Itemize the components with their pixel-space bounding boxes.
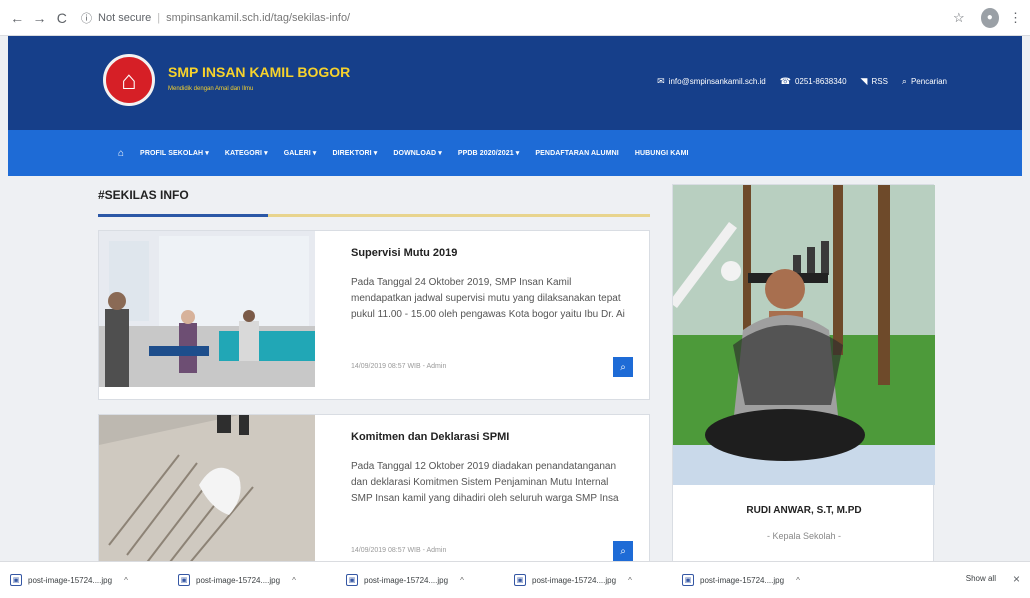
header-contacts: ✉ info@smpinsankamil.sch.id ☎ 0251-8638340… xyxy=(657,76,947,87)
chevron-up-icon[interactable]: ^ xyxy=(460,576,464,585)
contact-search-label: Pencarian xyxy=(910,77,947,86)
url-text[interactable]: smpinsankamil.sch.id/tag/sekilas-info/ xyxy=(166,12,350,24)
download-filename: post-image-15724....jpg xyxy=(196,575,281,585)
post-card: Komitmen dan Deklarasi SPMI Pada Tanggal… xyxy=(98,414,650,561)
url-separator: | xyxy=(157,11,161,24)
contact-phone-label: 0251-8638340 xyxy=(794,77,847,86)
download-filename: post-image-15724....jpg xyxy=(364,575,449,585)
reload-button[interactable]: C xyxy=(53,8,71,28)
menu-kebab-icon[interactable]: ⋮ xyxy=(1009,10,1022,26)
read-more-button[interactable]: ⌕ xyxy=(613,357,633,377)
contact-search[interactable]: ⌕ Pencarian xyxy=(902,76,947,87)
download-item[interactable]: ▣ post-image-15724....jpg ^ xyxy=(514,574,682,586)
chevron-up-icon[interactable]: ^ xyxy=(628,576,632,585)
read-more-button[interactable]: ⌕ xyxy=(613,541,633,561)
search-icon: ⌕ xyxy=(901,76,907,86)
chevron-up-icon[interactable]: ^ xyxy=(796,576,800,585)
post-meta: 14/09/2019 08:57 WIB - Admin xyxy=(351,363,447,370)
home-icon[interactable]: ⌂ xyxy=(118,148,124,159)
browser-toolbar: ← → C ⓘ Not secure | smpinsankamil.sch.i… xyxy=(0,0,1030,36)
school-logo[interactable]: ⌂ xyxy=(103,54,155,106)
profile-avatar[interactable]: ● xyxy=(980,7,999,28)
post-thumbnail[interactable] xyxy=(99,231,315,387)
nav-item-direktori[interactable]: DIREKTORI ▾ xyxy=(332,149,377,157)
download-shelf: ▣ post-image-15724....jpg ^ ▣ post-image… xyxy=(0,561,1030,598)
contact-email-label: info@smpinsankamil.sch.id xyxy=(668,77,766,86)
post-title[interactable]: Supervisi Mutu 2019 xyxy=(351,247,457,259)
nav-item-download[interactable]: DOWNLOAD ▾ xyxy=(393,149,441,157)
nav-item-hubungi-kami[interactable]: HUBUNGI KAMI xyxy=(635,150,689,157)
show-all-button[interactable]: Show all xyxy=(966,574,996,583)
headmaster-name: RUDI ANWAR, S.T, M.PD xyxy=(746,505,862,516)
mail-icon: ✉ xyxy=(657,76,665,86)
image-file-icon: ▣ xyxy=(346,574,358,586)
bookmark-star-icon[interactable]: ☆ xyxy=(953,10,965,26)
search-icon: ⌕ xyxy=(620,545,626,557)
post-thumbnail[interactable] xyxy=(99,415,315,561)
download-item[interactable]: ▣ post-image-15724....jpg ^ xyxy=(682,574,850,586)
image-file-icon: ▣ xyxy=(514,574,526,586)
rss-icon: ◥ xyxy=(860,76,868,86)
post-excerpt: Pada Tanggal 12 Oktober 2019 diadakan pe… xyxy=(351,461,619,504)
post-excerpt: Pada Tanggal 24 Oktober 2019, SMP Insan … xyxy=(351,277,625,320)
post-card: Supervisi Mutu 2019 Pada Tanggal 24 Okto… xyxy=(98,230,650,400)
chevron-up-icon[interactable]: ^ xyxy=(292,576,296,585)
chevron-up-icon[interactable]: ^ xyxy=(124,576,128,585)
info-icon[interactable]: ⓘ xyxy=(81,10,92,26)
nav-item-profil-sekolah[interactable]: PROFIL SEKOLAH ▾ xyxy=(140,149,209,157)
download-filename: post-image-15724....jpg xyxy=(700,575,785,585)
search-icon: ⌕ xyxy=(620,361,626,373)
main-navbar: ⌂ PROFIL SEKOLAH ▾ KATEGORI ▾ GALERI ▾ D… xyxy=(8,130,1022,176)
download-filename: post-image-15724....jpg xyxy=(532,575,617,585)
contact-rss-label: RSS xyxy=(871,77,888,86)
contact-rss[interactable]: ◥ RSS xyxy=(861,76,888,87)
forward-button[interactable]: → xyxy=(30,8,48,28)
image-file-icon: ▣ xyxy=(178,574,190,586)
post-title[interactable]: Komitmen dan Deklarasi SPMI xyxy=(351,431,509,443)
download-item[interactable]: ▣ post-image-15724....jpg ^ xyxy=(10,574,178,586)
headmaster-card: RUDI ANWAR, S.T, M.PD - Kepala Sekolah - xyxy=(672,184,935,561)
close-icon[interactable]: × xyxy=(1013,572,1020,586)
section-title: #SEKILAS INFO xyxy=(98,188,189,202)
nav-item-galeri[interactable]: GALERI ▾ xyxy=(284,149,317,157)
download-filename: post-image-15724....jpg xyxy=(28,575,113,585)
image-file-icon: ▣ xyxy=(10,574,22,586)
image-file-icon: ▣ xyxy=(682,574,694,586)
nav-item-kategori[interactable]: KATEGORI ▾ xyxy=(225,149,268,157)
site-title[interactable]: SMP INSAN KAMIL BOGOR xyxy=(168,64,350,80)
nav-item-pendaftaran-alumni[interactable]: PENDAFTARAN ALUMNI xyxy=(535,150,618,157)
site-header: ⌂ SMP INSAN KAMIL BOGOR Mendidik dengan … xyxy=(8,36,1022,130)
nav-item-ppdb[interactable]: PPDB 2020/2021 ▾ xyxy=(458,149,520,157)
download-item[interactable]: ▣ post-image-15724....jpg ^ xyxy=(178,574,346,586)
section-title-underline xyxy=(98,214,650,217)
phone-icon: ☎ xyxy=(779,76,791,86)
page-viewport: ⌂ SMP INSAN KAMIL BOGOR Mendidik dengan … xyxy=(0,36,1030,561)
back-button[interactable]: ← xyxy=(8,8,26,28)
download-item[interactable]: ▣ post-image-15724....jpg ^ xyxy=(346,574,514,586)
contact-phone[interactable]: ☎ 0251-8638340 xyxy=(780,76,847,87)
security-label: Not secure xyxy=(98,11,152,24)
post-meta: 14/09/2019 08:57 WIB - Admin xyxy=(351,547,447,554)
headmaster-photo xyxy=(673,185,935,485)
contact-email[interactable]: ✉ info@smpinsankamil.sch.id xyxy=(657,76,766,87)
address-bar[interactable]: ⓘ Not secure | smpinsankamil.sch.id/tag/… xyxy=(81,6,879,30)
headmaster-role: - Kepala Sekolah - xyxy=(766,531,842,541)
site-tagline: Mendidik dengan Amal dan Ilmu xyxy=(168,86,254,92)
